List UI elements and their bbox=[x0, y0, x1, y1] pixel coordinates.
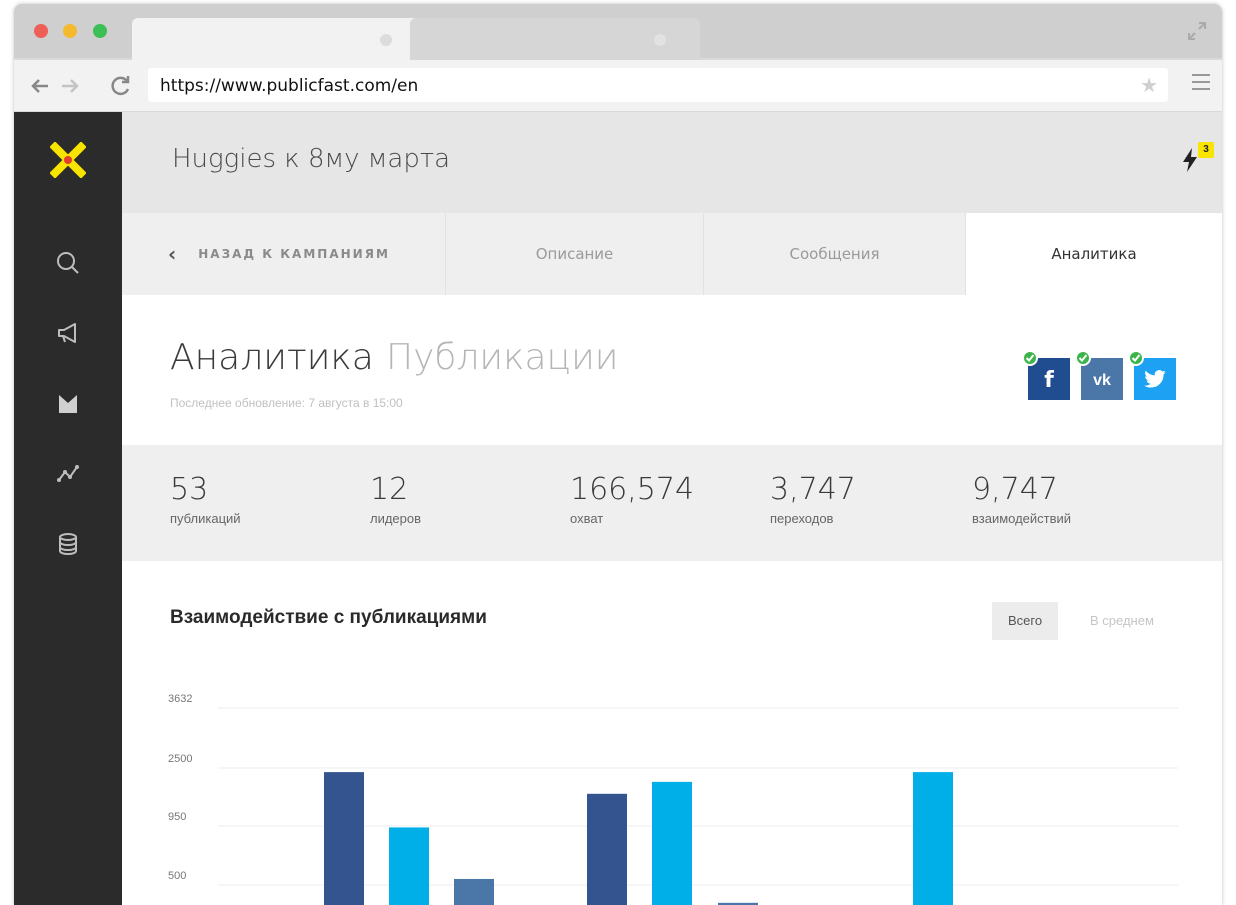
y-tick-label: 3632 bbox=[168, 693, 192, 705]
back-arrow-icon[interactable] bbox=[28, 72, 52, 100]
chart-title: Взаимодействие с публикациями bbox=[170, 607, 487, 628]
inbox-icon[interactable] bbox=[54, 390, 82, 418]
stats-bar: 53 публикаций 12 лидеров 166,574 охват 3… bbox=[122, 445, 1222, 561]
toggle-average-button[interactable]: В среднем bbox=[1074, 602, 1170, 640]
y-tick-label: 950 bbox=[168, 811, 186, 823]
stat-publications: 53 публикаций bbox=[170, 472, 241, 527]
bookmark-star-icon[interactable]: ★ bbox=[1140, 73, 1158, 98]
toggle-total-button[interactable]: Всего bbox=[992, 602, 1059, 640]
stat-value: 9,747 bbox=[972, 472, 1058, 507]
campaign-title: Huggies к 8му марта bbox=[172, 144, 451, 174]
stat-value: 12 bbox=[370, 472, 409, 507]
stat-value: 3,747 bbox=[770, 472, 856, 507]
stat-value: 53 bbox=[170, 472, 209, 507]
maximize-window-button[interactable] bbox=[93, 24, 107, 38]
interactions-bar-chart: 3632 2500 950 500 bbox=[168, 693, 1178, 905]
address-bar[interactable]: https://www.publicfast.com/en ★ bbox=[148, 68, 1168, 102]
analytics-icon[interactable] bbox=[54, 459, 82, 487]
close-window-button[interactable] bbox=[34, 24, 48, 38]
y-tick-label: 2500 bbox=[168, 753, 192, 765]
stat-label: лидеров bbox=[370, 511, 422, 526]
browser-toolbar: https://www.publicfast.com/en ★ bbox=[14, 60, 1222, 112]
check-icon bbox=[1075, 350, 1091, 366]
stat-label: взаимодействий bbox=[972, 511, 1072, 526]
campaign-tabs: ‹ НАЗАД К КАМПАНИЯМ Описание Сообщения А… bbox=[122, 213, 1222, 295]
chart-bar[interactable] bbox=[587, 793, 627, 905]
search-icon[interactable] bbox=[54, 249, 82, 277]
tab-close-icon[interactable] bbox=[654, 34, 666, 46]
fullscreen-icon[interactable] bbox=[1186, 20, 1208, 42]
chart-bar[interactable] bbox=[389, 827, 429, 905]
forward-arrow-icon[interactable] bbox=[58, 72, 82, 100]
tab-analytics[interactable]: Аналитика bbox=[966, 213, 1222, 295]
browser-menu-icon[interactable] bbox=[1192, 74, 1210, 95]
stat-label: охват bbox=[570, 511, 604, 526]
main-content: Huggies к 8му марта 3 ‹ НАЗАД К КАМПАНИЯ… bbox=[122, 112, 1222, 905]
back-to-campaigns-label: НАЗАД К КАМПАНИЯМ bbox=[198, 247, 390, 261]
browser-window: https://www.publicfast.com/en ★ Huggies … bbox=[14, 4, 1222, 905]
browser-tab-active[interactable] bbox=[132, 18, 422, 60]
stat-leaders: 12 лидеров bbox=[370, 472, 422, 527]
chart-bar[interactable] bbox=[652, 781, 692, 905]
tab-description[interactable]: Описание bbox=[446, 213, 704, 295]
stat-reach: 166,574 охват bbox=[570, 472, 695, 527]
notification-badge: 3 bbox=[1198, 142, 1214, 158]
vk-button[interactable]: vk bbox=[1075, 350, 1123, 400]
last-update-text: Последнее обновление: 7 августа в 15:00 bbox=[170, 396, 403, 410]
sidebar bbox=[14, 112, 122, 905]
chart-bar[interactable] bbox=[913, 772, 953, 905]
megaphone-icon[interactable] bbox=[54, 319, 82, 347]
stat-value: 166,574 bbox=[570, 472, 695, 507]
browser-tab-inactive[interactable] bbox=[410, 18, 700, 60]
section-title-analytics[interactable]: Аналитика bbox=[170, 337, 374, 378]
tab-messages[interactable]: Сообщения bbox=[704, 213, 966, 295]
section-title-publications[interactable]: Публикации bbox=[386, 337, 619, 378]
chevron-left-icon: ‹ bbox=[168, 242, 177, 266]
y-tick-label: 500 bbox=[168, 870, 186, 882]
campaign-header: Huggies к 8му марта 3 bbox=[122, 112, 1222, 213]
facebook-button[interactable]: f bbox=[1022, 350, 1070, 400]
lightning-icon[interactable] bbox=[1182, 148, 1198, 172]
minimize-window-button[interactable] bbox=[63, 24, 77, 38]
back-to-campaigns-tab[interactable]: ‹ НАЗАД К КАМПАНИЯМ bbox=[122, 213, 446, 295]
twitter-button[interactable] bbox=[1128, 350, 1176, 400]
tab-strip bbox=[14, 4, 1222, 60]
stat-label: публикаций bbox=[170, 511, 241, 526]
check-icon bbox=[1128, 350, 1144, 366]
url-text: https://www.publicfast.com/en bbox=[160, 76, 419, 96]
check-icon bbox=[1022, 350, 1038, 366]
stat-label: переходов bbox=[770, 511, 834, 526]
logo-icon[interactable] bbox=[49, 141, 87, 179]
database-icon[interactable] bbox=[54, 530, 82, 558]
tab-close-icon[interactable] bbox=[380, 34, 392, 46]
app: Huggies к 8му марта 3 ‹ НАЗАД К КАМПАНИЯ… bbox=[14, 112, 1222, 905]
chart-bar[interactable] bbox=[324, 772, 364, 905]
reload-icon[interactable] bbox=[110, 72, 132, 100]
chart-bar[interactable] bbox=[454, 878, 494, 905]
stat-clicks: 3,747 переходов bbox=[770, 472, 856, 527]
stat-interactions: 9,747 взаимодействий bbox=[972, 472, 1072, 527]
